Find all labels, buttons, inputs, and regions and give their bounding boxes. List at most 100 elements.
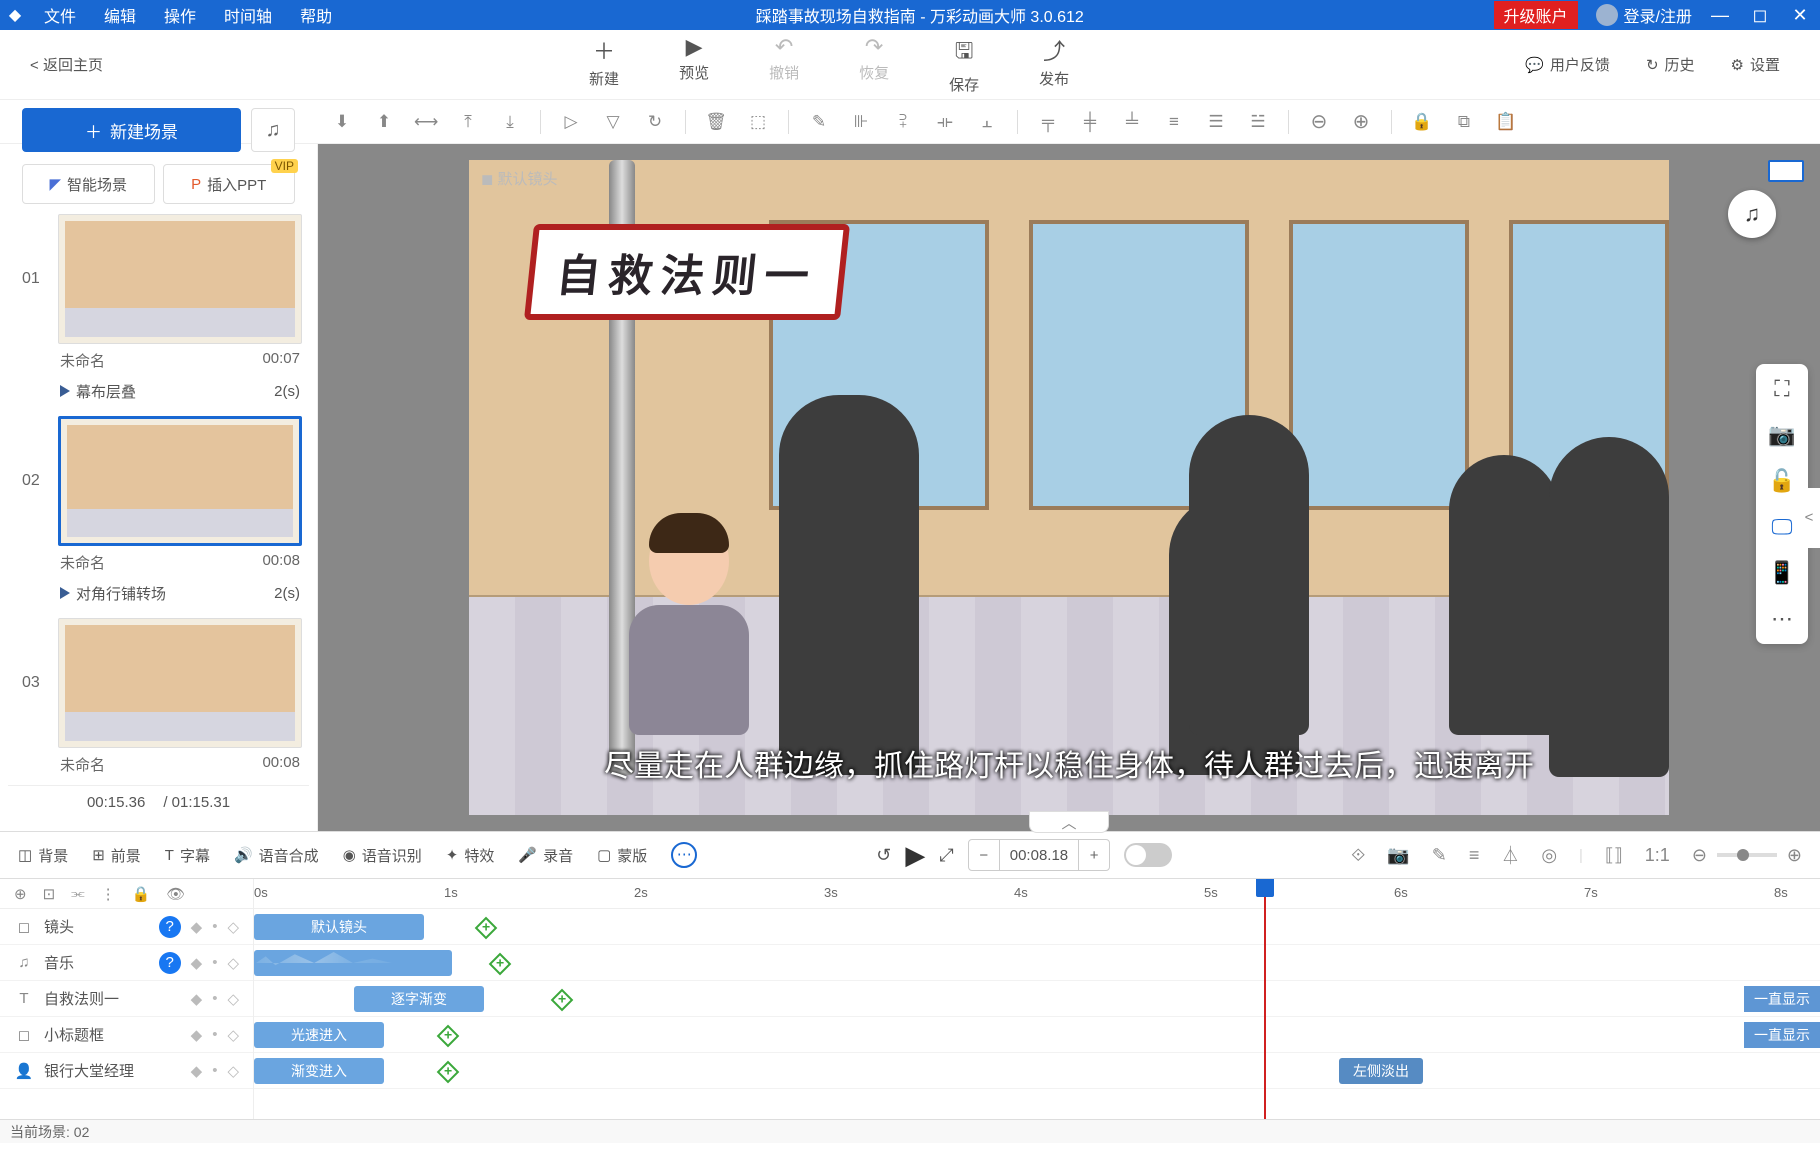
transition-button[interactable]: 对角行铺转场 bbox=[60, 583, 166, 604]
toolbar-新建[interactable]: ＋新建 bbox=[589, 34, 619, 95]
clip-逐字渐变[interactable]: 逐字渐变 bbox=[354, 986, 484, 1012]
bgm-button[interactable]: ♫ bbox=[251, 108, 295, 152]
align-t-icon[interactable]: ╤ bbox=[1036, 112, 1060, 132]
menu-edit[interactable]: 编辑 bbox=[90, 3, 150, 27]
clip-光速进入[interactable]: 光速进入 bbox=[254, 1022, 384, 1048]
audio-indicator[interactable]: ♫ bbox=[1728, 190, 1776, 238]
keyframe-add[interactable] bbox=[437, 1025, 460, 1048]
align-top-icon[interactable]: ⤒ bbox=[456, 112, 480, 132]
filter-icon[interactable]: ⏃ bbox=[1501, 842, 1519, 868]
smart-scene-button[interactable]: ◤智能场景 bbox=[22, 164, 155, 204]
canvas-area[interactable]: 自救法则一 尽量走在人群边缘，抓住路灯杆以稳住身体，待人群过去后，迅速离开 ◼ … bbox=[318, 144, 1820, 831]
keyframe-add[interactable] bbox=[475, 917, 498, 940]
tl-effects-button[interactable]: ✦特效 bbox=[446, 845, 495, 866]
canvas-stage[interactable]: 自救法则一 尽量走在人群边缘，抓住路灯杆以稳住身体，待人群过去后，迅速离开 ◼ … bbox=[469, 160, 1669, 815]
tag-icon[interactable] bbox=[1768, 160, 1804, 182]
add-track-icon[interactable]: ⊕ bbox=[14, 885, 27, 903]
just-c-icon[interactable]: ☰ bbox=[1204, 112, 1228, 132]
edit-key-icon[interactable]: ✎ bbox=[1432, 845, 1447, 866]
zoom-out-icon[interactable]: ⊖ bbox=[1307, 109, 1331, 134]
scene-thumb-03[interactable] bbox=[58, 618, 302, 748]
align-b-icon[interactable]: ╧ bbox=[1120, 112, 1144, 132]
collapse-toggle[interactable]: ︿ bbox=[1029, 811, 1109, 833]
align-left-icon[interactable]: ⊪ bbox=[849, 112, 873, 132]
clip-左侧淡出[interactable]: 左侧淡出 bbox=[1339, 1058, 1423, 1084]
zoom-out-tl[interactable]: ⊖ bbox=[1692, 845, 1707, 866]
magnet-icon[interactable]: ⟐ bbox=[1351, 845, 1365, 866]
track-head-镜头[interactable]: ◻ 镜头 ? ◆•◇ bbox=[0, 909, 253, 945]
menu-file[interactable]: 文件 bbox=[30, 3, 90, 27]
tl-asr-button[interactable]: ◉语音识别 bbox=[343, 845, 422, 866]
subtitle-text[interactable]: 尽量走在人群边缘，抓住路灯杆以稳住身体，待人群过去后，迅速离开 bbox=[604, 741, 1534, 785]
zoom-in-icon[interactable]: ⊕ bbox=[1349, 109, 1373, 134]
always-show-tag[interactable]: 一直显示 bbox=[1744, 986, 1820, 1012]
menu-timeline[interactable]: 时间轴 bbox=[210, 3, 286, 27]
snapshot-icon[interactable]: 📷 bbox=[1387, 845, 1409, 866]
align-right-icon[interactable]: ⫀ bbox=[891, 112, 915, 132]
rotate-icon[interactable]: ↻ bbox=[643, 112, 667, 132]
autoplay-toggle[interactable] bbox=[1124, 843, 1172, 867]
zoom-in-tl[interactable]: ⊕ bbox=[1787, 845, 1802, 866]
help-icon[interactable]: ? bbox=[159, 952, 181, 974]
timeline-ruler[interactable]: 0s1s2s3s4s5s6s7s8s bbox=[254, 879, 1820, 909]
clip-渐变进入[interactable]: 渐变进入 bbox=[254, 1058, 384, 1084]
help-icon[interactable]: ? bbox=[159, 916, 181, 938]
back-home-button[interactable]: < 返回主页 bbox=[0, 54, 133, 75]
track-lane-自救法则一[interactable]: 逐字渐变 一直显示 bbox=[254, 981, 1820, 1017]
folder-icon[interactable]: ⊡ bbox=[43, 885, 56, 903]
track-head-自救法则一[interactable]: T 自救法则一 ◆•◇ bbox=[0, 981, 253, 1017]
copy-icon[interactable]: ⧉ bbox=[1452, 112, 1476, 132]
menu-action[interactable]: 操作 bbox=[150, 3, 210, 27]
safezone-icon[interactable]: ⛶ bbox=[1774, 376, 1789, 402]
always-show-tag[interactable]: 一直显示 bbox=[1744, 1022, 1820, 1048]
eye-icon[interactable]: 👁 bbox=[166, 885, 185, 903]
rewind-icon[interactable]: ↺ bbox=[876, 845, 891, 866]
camera-tool-icon[interactable]: 📷 bbox=[1768, 422, 1795, 448]
just-r-icon[interactable]: ☱ bbox=[1246, 112, 1270, 132]
zoom-slider[interactable] bbox=[1717, 853, 1777, 857]
tl-more-button[interactable]: ⋯ bbox=[671, 842, 697, 868]
playhead[interactable] bbox=[1264, 879, 1266, 1119]
flip-h-icon[interactable]: ▷ bbox=[559, 112, 583, 132]
ratio-icon[interactable]: 1:1 bbox=[1645, 845, 1670, 866]
kebab-icon[interactable]: ⋮ bbox=[101, 885, 116, 903]
mobile-icon[interactable]: 📱 bbox=[1768, 560, 1795, 586]
align-bottom-icon[interactable]: ⤓ bbox=[498, 112, 522, 132]
minimize-button[interactable]: — bbox=[1700, 5, 1740, 26]
transition-button[interactable]: 幕布层叠 bbox=[60, 381, 136, 402]
align-m-icon[interactable]: ╪ bbox=[1078, 112, 1102, 132]
lock-track-icon[interactable]: 🔒 bbox=[132, 885, 151, 903]
upgrade-button[interactable]: 升级账户 bbox=[1494, 1, 1578, 29]
character[interactable] bbox=[619, 517, 759, 735]
tl-foreground-button[interactable]: ⊞前景 bbox=[92, 845, 141, 866]
unlock-icon[interactable]: 🔓 bbox=[1768, 468, 1795, 494]
flip-v-icon[interactable]: ▽ bbox=[601, 112, 625, 132]
track-lane-镜头[interactable]: 默认镜头 bbox=[254, 909, 1820, 945]
track-lane-音乐[interactable] bbox=[254, 945, 1820, 981]
play-button[interactable]: ▶ bbox=[905, 840, 925, 871]
new-scene-button[interactable]: ＋ 新建场景 bbox=[22, 108, 241, 152]
align-down-icon[interactable]: ⬇ bbox=[330, 112, 354, 132]
scene-thumb-02[interactable] bbox=[58, 416, 302, 546]
keyframe-add[interactable] bbox=[437, 1061, 460, 1084]
crop-icon[interactable]: ⬚ bbox=[746, 112, 770, 132]
menu-help[interactable]: 帮助 bbox=[286, 3, 346, 27]
toolbar-right-用户反馈[interactable]: 💬用户反馈 bbox=[1525, 54, 1610, 75]
stack-icon[interactable]: ⫘ bbox=[71, 885, 85, 902]
layers-icon[interactable]: ≡ bbox=[1469, 845, 1480, 866]
track-head-小标题框[interactable]: ◻ 小标题框 ◆•◇ bbox=[0, 1017, 253, 1053]
tl-tts-button[interactable]: 🔊语音合成 bbox=[234, 845, 319, 866]
fullscreen-icon[interactable]: ⤢ bbox=[939, 845, 953, 866]
delete-icon[interactable]: 🗑 bbox=[704, 112, 728, 132]
brush-icon[interactable]: ✎ bbox=[807, 112, 831, 132]
time-input[interactable]: − 00:08.18 + bbox=[968, 839, 1110, 871]
align-up-icon[interactable]: ⬆ bbox=[372, 112, 396, 132]
display-icon[interactable]: 🖵 bbox=[1771, 514, 1792, 540]
tl-mask-button[interactable]: ▢蒙版 bbox=[597, 845, 647, 866]
tl-subtitle-button[interactable]: T字幕 bbox=[165, 845, 210, 866]
side-expand[interactable]: < bbox=[1798, 488, 1820, 548]
vdist-icon[interactable]: ⫠ bbox=[975, 112, 999, 132]
paste-icon[interactable]: 📋 bbox=[1494, 112, 1518, 132]
hdist-icon[interactable]: ⟛ bbox=[933, 112, 957, 132]
bracket-in-icon[interactable]: ⟦⟧ bbox=[1605, 845, 1623, 866]
